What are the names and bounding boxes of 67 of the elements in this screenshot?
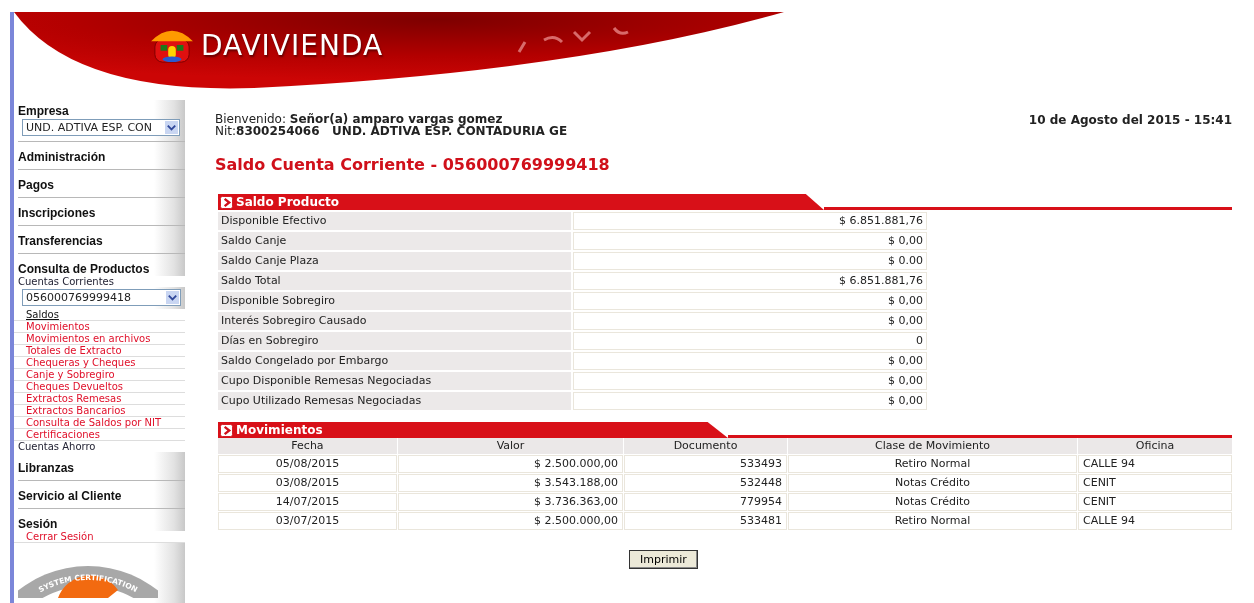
- caret-icon: [165, 121, 178, 134]
- table-cell: $ 0,00: [573, 372, 927, 390]
- table-cell: 533493: [624, 455, 787, 473]
- section-title: Movimientos: [236, 423, 323, 437]
- nit-text: Nit:8300254066 UND. ADTIVA ESP. CONTADURIA GE: [215, 125, 568, 137]
- table-cell: $ 6.851.881,76: [573, 212, 927, 230]
- table-cell: Retiro Normal: [788, 455, 1077, 473]
- table-cell: 532448: [624, 474, 787, 492]
- table-cell: $ 2.500.000,00: [398, 512, 623, 530]
- table-cell: CALLE 94: [1078, 455, 1232, 473]
- table-cell: Disponible Sobregiro: [218, 292, 571, 310]
- sidebar-menu-item[interactable]: Servicio al Cliente: [18, 485, 185, 503]
- table-cell: Disponible Efectivo: [218, 212, 571, 230]
- column-header: Oficina: [1078, 438, 1232, 454]
- table-cell: Saldo Canje: [218, 232, 571, 250]
- column-header: Valor: [398, 438, 623, 454]
- table-cell: 533481: [624, 512, 787, 530]
- table-cell: Cupo Disponible Remesas Negociadas: [218, 372, 571, 390]
- column-header: Documento: [624, 438, 787, 454]
- account-dropdown[interactable]: 056000769999418: [22, 289, 181, 306]
- table-cell: 05/08/2015: [218, 455, 397, 473]
- table-cell: 0: [573, 332, 927, 350]
- table-cell: $ 2.500.000,00: [398, 455, 623, 473]
- table-cell: $ 0,00: [573, 352, 927, 370]
- table-cell: Notas Crédito: [788, 474, 1077, 492]
- table-cell: Retiro Normal: [788, 512, 1077, 530]
- sidebar-heading: Empresa: [18, 103, 70, 118]
- table-cell: Días en Sobregiro: [218, 332, 571, 350]
- sidebar-menu-item[interactable]: Sesión: [18, 513, 185, 531]
- table-cell: Notas Crédito: [788, 493, 1077, 511]
- date-time: 10 de Agosto del 2015 - 15:41: [1028, 113, 1232, 129]
- table-cell: 03/08/2015: [218, 474, 397, 492]
- logo-wordmark: DAVIVIENDA: [201, 28, 384, 62]
- table-cell: 14/07/2015: [218, 493, 397, 511]
- table-cell: Saldo Canje Plaza: [218, 252, 571, 270]
- table-cell: Saldo Congelado por Embargo: [218, 352, 571, 370]
- sidebar-menu-item[interactable]: Libranzas: [18, 457, 185, 475]
- table-cell: $ 3.736.363,00: [398, 493, 623, 511]
- table-cell: Interés Sobregiro Causado: [218, 312, 571, 330]
- column-header: Fecha: [218, 438, 397, 454]
- page-title: Saldo Cuenta Corriente - 056000769999418: [215, 155, 611, 174]
- table-cell: $ 6.851.881,76: [573, 272, 927, 290]
- submenu-link[interactable]: Saldos: [26, 309, 59, 320]
- table-cell: $ 0,00: [573, 292, 927, 310]
- company-dropdown[interactable]: UND. ADTIVA ESP. CON: [22, 119, 180, 136]
- table-cell: CALLE 94: [1078, 512, 1232, 530]
- sidebar-menu-item[interactable]: Transferencias: [18, 230, 185, 248]
- sidebar-menu-item[interactable]: Inscripciones: [18, 202, 185, 220]
- table-cell: 779954: [624, 493, 787, 511]
- caret-icon: [166, 291, 179, 304]
- table-cell: $ 0,00: [573, 392, 927, 410]
- sidebar-menu-item[interactable]: Administración: [18, 146, 185, 164]
- table-cell: $ 3.543.188,00: [398, 474, 623, 492]
- sidebar-menu-item[interactable]: Consulta de Productos: [18, 258, 185, 276]
- print-button[interactable]: Imprimir: [629, 550, 698, 569]
- sidebar-menu-item[interactable]: Pagos: [18, 174, 185, 192]
- table-cell: $ 0,00: [573, 312, 927, 330]
- table-cell: $ 0,00: [573, 232, 927, 250]
- welcome-text: Bienvenido: Señor(a) amparo vargas gomez: [215, 113, 504, 125]
- table-cell: Saldo Total: [218, 272, 571, 290]
- column-header: Clase de Movimiento: [788, 438, 1077, 454]
- section-title: Saldo Producto: [236, 195, 340, 209]
- table-cell: CENIT: [1078, 474, 1232, 492]
- table-cell: $ 0.00: [573, 252, 927, 270]
- table-cell: 03/07/2015: [218, 512, 397, 530]
- table-cell: Cupo Utilizado Remesas Negociadas: [218, 392, 571, 410]
- table-cell: CENIT: [1078, 493, 1232, 511]
